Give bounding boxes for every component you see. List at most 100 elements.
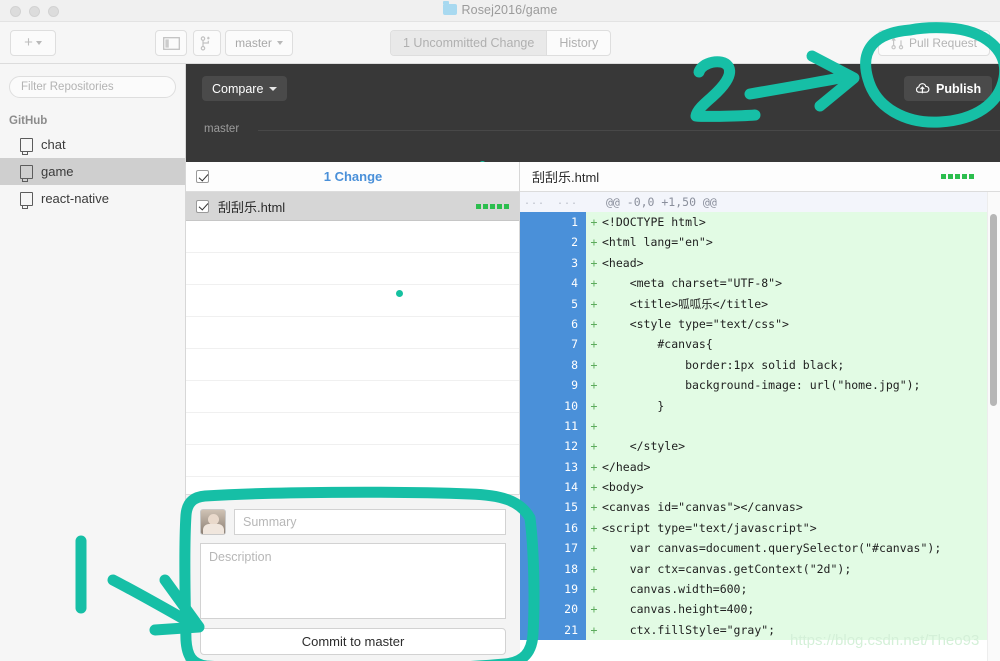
- sidebar-toggle-button[interactable]: [155, 30, 187, 56]
- changes-header: 1 Change: [186, 162, 519, 192]
- drag-indicator-dot: [396, 290, 403, 297]
- diff-line: 12 + </style>: [520, 436, 1000, 457]
- diff-old-line-number: [520, 212, 553, 233]
- tab-uncommitted-changes[interactable]: 1 Uncommitted Change: [391, 31, 548, 55]
- diff-line-sign: +: [590, 357, 598, 372]
- diff-line: 11 +: [520, 415, 1000, 437]
- diff-status-marks: [941, 174, 974, 179]
- branch-selector-button[interactable]: master: [225, 30, 293, 56]
- sidebar-item-label: game: [41, 164, 74, 179]
- commit-description-input[interactable]: Description: [200, 543, 506, 619]
- diff-old-line-number: [520, 497, 553, 518]
- diff-line-text: <meta charset="UTF-8">: [602, 276, 783, 291]
- diff-old-line-number: [520, 579, 553, 600]
- diff-line-text: <title>呱呱乐</title>: [602, 296, 769, 311]
- diff-new-line-number: 19: [553, 579, 586, 600]
- new-branch-button[interactable]: [193, 30, 221, 56]
- publish-label: Publish: [936, 81, 982, 96]
- diff-old-line-number: [520, 599, 553, 620]
- diff-line-sign: +: [590, 276, 598, 291]
- diff-line-sign: +: [590, 622, 598, 637]
- diff-old-line-number: [520, 517, 553, 539]
- sidebar-item-react-native[interactable]: react-native: [0, 185, 185, 212]
- sidebar-item-label: chat: [41, 137, 66, 152]
- diff-old-line-number: [520, 334, 553, 355]
- diff-new-line-number: 17: [553, 538, 586, 559]
- filter-repositories-input[interactable]: Filter Repositories: [9, 76, 176, 98]
- diff-line: 5 + <title>呱呱乐</title>: [520, 293, 1000, 314]
- commit-to-master-button[interactable]: Commit to master: [200, 628, 506, 655]
- diff-new-line-number: 5: [553, 293, 586, 314]
- file-status-marks: [476, 204, 509, 209]
- diff-new-line-number: 12: [553, 436, 586, 457]
- diff-scrollbar-thumb[interactable]: [990, 214, 997, 406]
- diff-line-sign: +: [590, 602, 598, 617]
- commit-summary-row: Summary: [200, 509, 506, 535]
- diff-line-text: <head>: [602, 255, 644, 270]
- diff-old-line-number: [520, 558, 553, 580]
- hunk-range-label: @@ -0,0 +1,50 @@: [606, 194, 717, 209]
- diff-line-text: <script type="text/javascript">: [602, 520, 817, 535]
- diff-file-header: 刮刮乐.html: [520, 162, 1000, 192]
- changes-empty-rows: [186, 221, 519, 509]
- commit-summary-input[interactable]: Summary: [234, 509, 506, 535]
- repository-sidebar: Filter Repositories GitHub chat game rea…: [0, 64, 186, 661]
- window-title: Rosej2016/game: [0, 1, 1000, 17]
- diff-line-text: var ctx=canvas.getContext("2d");: [602, 561, 852, 576]
- diff-old-line-number: [520, 293, 553, 314]
- changes-history-tabs: 1 Uncommitted Change History: [390, 30, 612, 56]
- repository-icon: [20, 137, 33, 155]
- publish-button[interactable]: Publish: [904, 76, 993, 101]
- diff-old-line-number: [520, 273, 553, 294]
- diff-line-text: </style>: [602, 439, 686, 454]
- diff-new-line-number: 1: [553, 212, 586, 233]
- hunk-old-ellipsis: ...: [523, 195, 545, 207]
- changed-file-name: 刮刮乐.html: [218, 199, 286, 215]
- diff-file-name: 刮刮乐.html: [532, 170, 600, 185]
- new-branch-icon: [200, 35, 210, 51]
- diff-line: 4 + <meta charset="UTF-8">: [520, 273, 1000, 294]
- diff-old-line-number: [520, 354, 553, 376]
- diff-old-line-number: [520, 456, 553, 478]
- diff-new-line-number: 10: [553, 395, 586, 416]
- diff-new-line-number: 9: [553, 375, 586, 396]
- file-include-checkbox[interactable]: [196, 199, 209, 213]
- graph-branch-label: master: [204, 123, 240, 135]
- repository-icon: [20, 191, 33, 209]
- diff-line-sign: +: [590, 316, 598, 331]
- sidebar-item-game[interactable]: game: [0, 158, 185, 185]
- diff-line: 3 + <head>: [520, 252, 1000, 274]
- diff-line: 7 + #canvas{: [520, 334, 1000, 355]
- changed-file-row[interactable]: 刮刮乐.html: [186, 192, 519, 221]
- diff-line-text: #canvas{: [602, 337, 713, 352]
- diff-line: 20 + canvas.height=400;: [520, 599, 1000, 620]
- compare-button[interactable]: Compare: [202, 76, 288, 101]
- diff-line-text: canvas.width=600;: [602, 582, 748, 597]
- list-item: [186, 317, 519, 349]
- diff-line-sign: +: [590, 439, 598, 454]
- diff-new-line-number: 18: [553, 558, 586, 580]
- diff-line-sign: +: [590, 541, 598, 556]
- diff-line-text: <canvas id="canvas"></canvas>: [602, 500, 803, 515]
- pull-request-label: Pull Request: [908, 36, 978, 50]
- diff-old-line-number: [520, 232, 553, 253]
- sidebar-item-chat[interactable]: chat: [0, 131, 185, 158]
- diff-old-line-number: [520, 252, 553, 274]
- diff-line-text: background-image: url("home.jpg");: [602, 378, 921, 393]
- diff-old-line-number: [520, 538, 553, 559]
- add-repository-button[interactable]: +: [10, 30, 56, 56]
- diff-line: 19 + canvas.width=600;: [520, 579, 1000, 600]
- tab-history[interactable]: History: [547, 31, 610, 55]
- diff-line-sign: +: [590, 582, 598, 597]
- pull-request-button[interactable]: Pull Request: [878, 30, 990, 56]
- diff-old-line-number: [520, 375, 553, 396]
- diff-code-area[interactable]: ... ... @@ -0,0 +1,50 @@ 1 + <!DOCTYPE htm…: [520, 192, 1000, 641]
- diff-line-sign: +: [590, 561, 598, 576]
- diff-line-sign: +: [590, 500, 598, 515]
- diff-line-text: ctx.fillStyle="gray";: [602, 622, 776, 637]
- sidebar-toggle-icon: [162, 36, 180, 50]
- diff-scrollbar-track[interactable]: [987, 192, 1000, 661]
- diff-old-line-number: [520, 415, 553, 437]
- diff-line-sign: +: [590, 337, 598, 352]
- diff-pane: 刮刮乐.html ... ... @@ -0,0 +1,50 @@ 1 + <!DO…: [520, 162, 1000, 661]
